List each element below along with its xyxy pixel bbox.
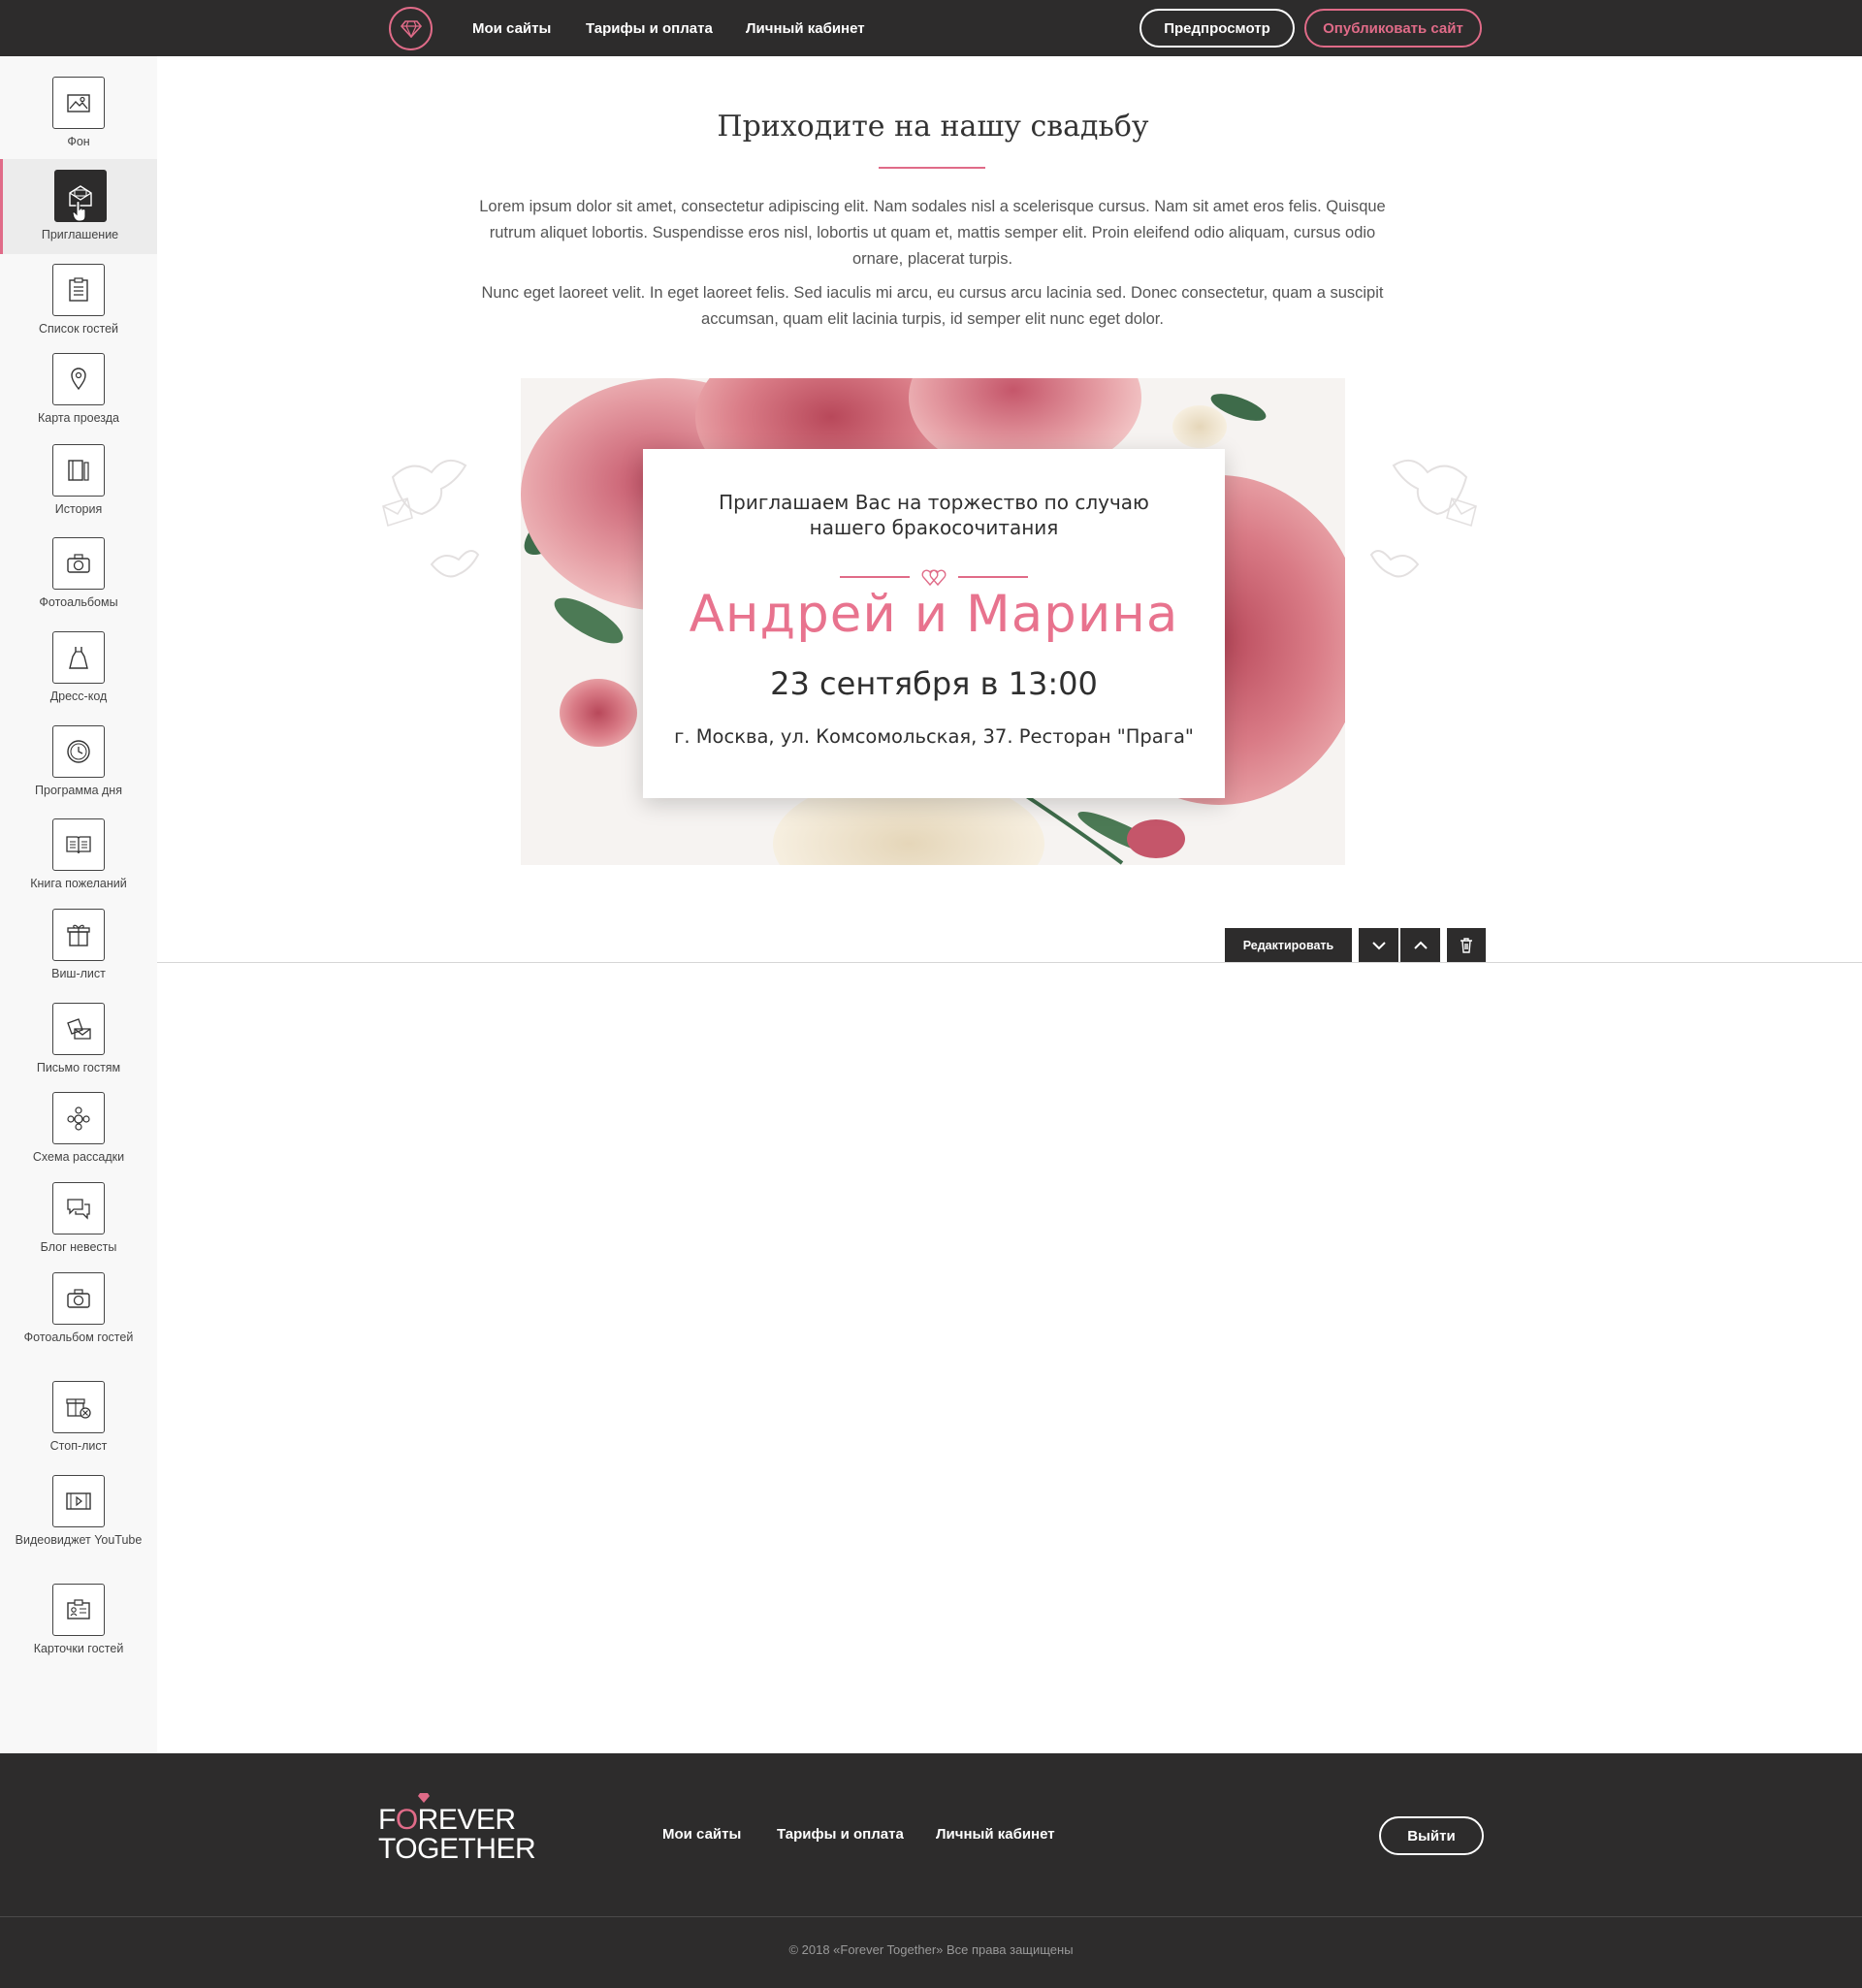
gift-cancel-icon: [52, 1381, 105, 1433]
heart-divider: [643, 567, 1225, 587]
sidebar-item-schedule[interactable]: Программа дня: [0, 725, 157, 798]
footer-nav: Мои сайты: [662, 1810, 741, 1858]
sidebar-item-label: Фон: [67, 135, 90, 148]
sidebar-item-guestbook[interactable]: Книга пожеланий: [0, 818, 157, 891]
sidebar-item-stop-list[interactable]: Стоп-лист: [0, 1381, 157, 1454]
footer-nav-account[interactable]: Личный кабинет: [936, 1826, 1055, 1843]
diamond-icon: [418, 1793, 430, 1803]
footer-nav: Личный кабинет: [936, 1810, 1055, 1858]
sidebar-item-seating[interactable]: Схема рассадки: [0, 1092, 157, 1165]
clock-icon: [52, 725, 105, 778]
sidebar-item-label: Письмо гостям: [36, 1061, 121, 1074]
nav-pricing[interactable]: Тарифы и оплата: [586, 20, 713, 37]
seating-icon: [52, 1092, 105, 1144]
logo-line-2: TOGETHER: [378, 1833, 536, 1865]
sidebar-item-dress-code[interactable]: Дресс-код: [0, 631, 157, 704]
clipboard-list-icon: [52, 264, 105, 316]
sidebar-item-guest-cards[interactable]: Карточки гостей: [0, 1584, 157, 1656]
sidebar-item-label: Блог невесты: [40, 1240, 117, 1254]
forever-together-logo[interactable]: FOREVER TOGETHER: [378, 1793, 536, 1865]
sidebar-item-bride-blog[interactable]: Блог невесты: [0, 1182, 157, 1255]
open-book-icon: [52, 818, 105, 871]
chat-icon: [52, 1182, 105, 1234]
sidebar-item-wishlist[interactable]: Виш-лист: [0, 909, 157, 981]
chevron-down-icon: [1371, 941, 1386, 949]
chevron-up-icon: [1413, 941, 1428, 949]
publish-site-button[interactable]: Опубликовать сайт: [1304, 9, 1482, 48]
sidebar-item-label: Книга пожеланий: [30, 877, 127, 890]
sidebar-item-label: Список гостей: [38, 322, 119, 336]
dress-icon: [52, 631, 105, 684]
footer-nav-my-sites[interactable]: Мои сайты: [662, 1826, 741, 1843]
map-pin-icon: [52, 353, 105, 405]
invitation-card: Приглашаем Вас на торжество по случаю на…: [643, 449, 1225, 798]
edit-block-button[interactable]: Редактировать: [1225, 928, 1352, 962]
diamond-logo-icon[interactable]: [389, 7, 433, 50]
nav-account[interactable]: Личный кабинет: [746, 20, 865, 37]
footer-nav: Тарифы и оплата: [777, 1810, 904, 1858]
sidebar-item-label: Дресс-код: [49, 689, 108, 703]
camera-icon: [52, 537, 105, 590]
sidebar-item-label: Фотоальбомы: [39, 595, 118, 609]
sidebar-item-label: Виш-лист: [51, 967, 106, 980]
sidebar-item-label: Схема рассадки: [32, 1150, 125, 1164]
sidebar-item-label: Видеовиджет YouTube: [15, 1533, 143, 1547]
intro-paragraph-2: Nunc eget laoreet velit. In eget laoreet…: [481, 284, 1384, 328]
nav-my-sites[interactable]: Мои сайты: [472, 20, 551, 37]
preview-button[interactable]: Предпросмотр: [1140, 9, 1295, 48]
move-up-button[interactable]: [1400, 928, 1440, 962]
invitation-lead-line-2: нашего бракосочитания: [809, 516, 1059, 539]
sidebar-item-photo-albums[interactable]: Фотоальбомы: [0, 537, 157, 610]
id-card-icon: [52, 1584, 105, 1636]
doves-left-decoration: [382, 459, 480, 578]
event-date: 23 сентября в 13:00: [770, 665, 1098, 702]
sidebar-item-background[interactable]: Фон: [0, 77, 157, 149]
invitation-lead: Приглашаем Вас на торжество по случаю на…: [643, 490, 1225, 540]
header-nav: Мои сайты: [472, 0, 551, 56]
video-icon: [52, 1475, 105, 1527]
sidebar-item-history[interactable]: История: [0, 444, 157, 517]
copyright-text: © 2018 «Forever Together» Все права защи…: [788, 1942, 1074, 1957]
header-nav: Личный кабинет: [746, 0, 865, 56]
couple-names: Андрей и Марина: [689, 585, 1179, 644]
header-nav: Тарифы и оплата: [586, 0, 713, 56]
doves-right-decoration: [1369, 459, 1477, 578]
logo-letters: REVER: [417, 1804, 516, 1836]
sidebar-item-label: Карта проезда: [38, 411, 119, 425]
top-navbar: Мои сайты Тарифы и оплата Личный кабинет…: [0, 0, 1862, 56]
page-title: Приходите на нашу свадьбу: [717, 110, 1149, 144]
logo-letter: F: [378, 1804, 396, 1836]
sidebar-item-label: Программа дня: [35, 784, 122, 797]
hearts-icon: [921, 569, 947, 587]
sidebar-item-guest-list[interactable]: Список гостей: [0, 264, 157, 337]
invitation-lead-line-1: Приглашаем Вас на торжество по случаю: [719, 491, 1149, 514]
logo-letter-accent: O: [395, 1804, 418, 1836]
sidebar-item-label: Стоп-лист: [49, 1439, 108, 1453]
trash-icon: [1461, 937, 1472, 953]
delete-block-button[interactable]: [1447, 928, 1486, 962]
camera-icon: [52, 1272, 105, 1325]
book-icon: [52, 444, 105, 497]
sidebar-item-guest-photos[interactable]: Фотоальбом гостей: [0, 1272, 157, 1345]
footer-nav-pricing[interactable]: Тарифы и оплата: [777, 1826, 904, 1843]
sidebar: Фон Приглашение Список гостей Карта прое…: [0, 56, 157, 1753]
hand-cursor-icon: [72, 201, 86, 222]
footer-divider: [0, 1916, 1862, 1917]
sidebar-item-label: Приглашение: [41, 228, 119, 241]
sidebar-item-label: Фотоальбом гостей: [23, 1331, 134, 1344]
sidebar-item-letter[interactable]: Письмо гостям: [0, 1003, 157, 1075]
sidebar-item-label: История: [54, 502, 103, 516]
letters-icon: [52, 1003, 105, 1055]
move-down-button[interactable]: [1359, 928, 1398, 962]
title-divider: [879, 167, 985, 169]
logout-button[interactable]: Выйти: [1379, 1816, 1484, 1855]
sidebar-item-youtube[interactable]: Видеовиджет YouTube: [0, 1475, 157, 1548]
sidebar-item-map[interactable]: Карта проезда: [0, 353, 157, 426]
event-place: г. Москва, ул. Комсомольская, 37. Рестор…: [674, 725, 1194, 748]
sidebar-item-label: Карточки гостей: [33, 1642, 124, 1655]
block-divider: [157, 962, 1862, 963]
gift-icon: [52, 909, 105, 961]
intro-paragraph-1: Lorem ipsum dolor sit amet, consectetur …: [479, 198, 1386, 268]
image-icon: [52, 77, 105, 129]
